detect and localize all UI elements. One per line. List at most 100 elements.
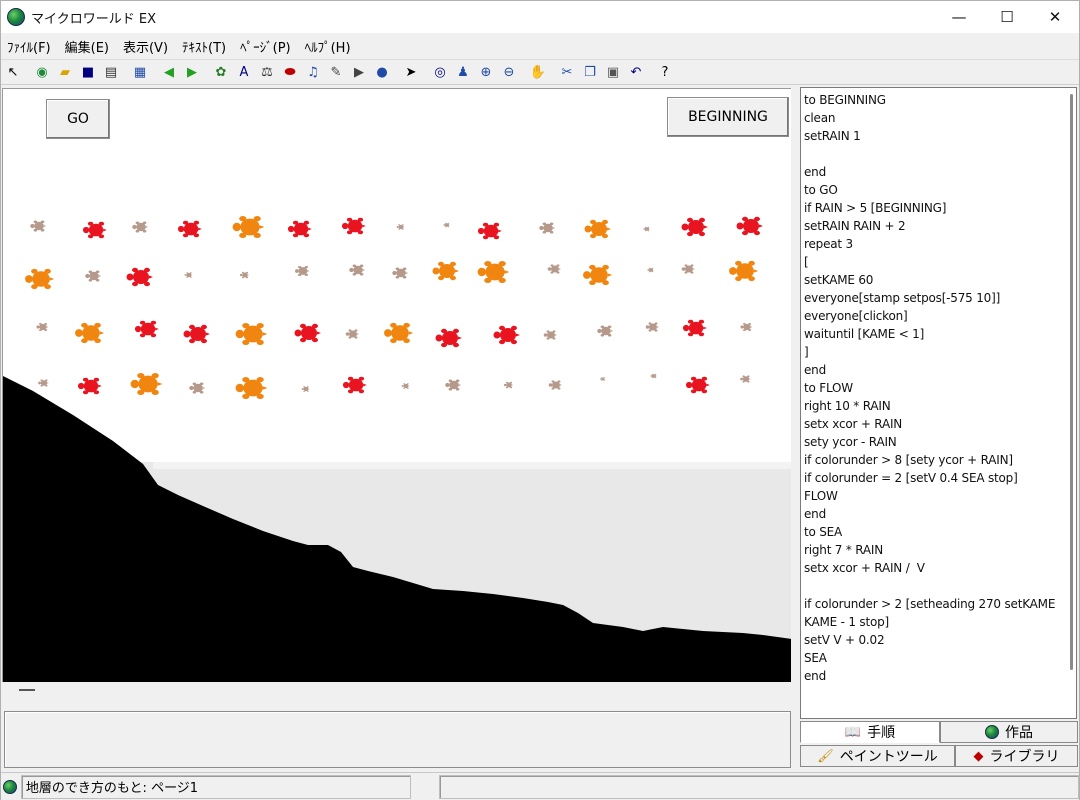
paint-tool-icon[interactable]: ✎ <box>325 61 347 83</box>
procedure-line: to GO <box>804 183 838 197</box>
minimize-button[interactable]: — <box>935 1 983 33</box>
turtle-stamp <box>130 372 163 396</box>
turtle-stamp <box>132 221 149 233</box>
menu-view[interactable]: 表示(V) <box>117 37 176 56</box>
save-icon[interactable]: ■ <box>77 61 99 83</box>
turtle-stamp <box>645 322 659 332</box>
turtle-stamp <box>681 217 708 237</box>
eye-icon[interactable]: ◎ <box>429 61 451 83</box>
turtle-stamp <box>543 330 557 340</box>
turtle-stamp <box>25 268 55 290</box>
print-icon[interactable]: ▤ <box>100 61 122 83</box>
turtle-stamp <box>287 220 312 238</box>
sea-surface-band <box>153 462 791 469</box>
stage-divider-handle[interactable] <box>19 689 35 691</box>
procedure-line <box>804 145 1066 163</box>
button-icon[interactable]: ⬬ <box>279 61 301 83</box>
cut-icon[interactable]: ✂ <box>556 61 578 83</box>
turtle-stamp <box>342 376 367 394</box>
procedures-scrollbar[interactable] <box>1064 88 1076 718</box>
status-spacer <box>415 775 435 799</box>
procedure-line: if colorunder > 2 [setheading 270 setKAM… <box>804 597 1056 611</box>
procedure-line: setx xcor + RAIN <box>804 417 903 431</box>
turtle-stamp <box>384 322 414 344</box>
status-bar: 地層のでき方のもと: ページ1 <box>1 772 1079 800</box>
copy-icon[interactable]: ❐ <box>579 61 601 83</box>
pointer-mode-icon[interactable]: ↖ <box>2 61 24 83</box>
select-arrow-icon[interactable]: ➤ <box>400 61 422 83</box>
title-bar: マイクロワールド EX — ☐ ✕ <box>1 1 1079 33</box>
tabs-row-bottom: 🖌 ペイントツール ◆ ライブラリ <box>800 745 1078 767</box>
turtle-stamp <box>432 261 459 281</box>
turtle-stamp <box>682 319 707 337</box>
menu-edit[interactable]: 編集(E) <box>59 37 117 56</box>
maximize-button[interactable]: ☐ <box>983 1 1031 33</box>
paintbrush-icon: 🖌 <box>817 748 834 764</box>
procedure-line: right 10 * RAIN <box>804 399 891 413</box>
undo-icon[interactable]: ↶ <box>625 61 647 83</box>
turtle-stamp <box>685 376 710 394</box>
tab-procedures[interactable]: 📖 手順 <box>800 721 940 743</box>
turtle-stamp <box>681 264 695 274</box>
slider-icon[interactable]: ⚖ <box>256 61 278 83</box>
new-project-icon[interactable]: ◉ <box>31 61 53 83</box>
turtle-stamp <box>396 224 405 230</box>
procedure-line: if RAIN > 5 [BEGINNING] <box>804 201 947 215</box>
turtle-stamp <box>729 260 759 282</box>
status-page-info: 地層のでき方のもと: ページ1 <box>20 774 411 799</box>
scrollbar-thumb[interactable] <box>1070 94 1073 670</box>
procedure-line: end <box>804 165 827 179</box>
paste-icon[interactable]: ▣ <box>602 61 624 83</box>
stage-canvas[interactable]: GO BEGINNING <box>2 88 791 682</box>
turtle-stamp <box>301 386 310 392</box>
zoom-out-icon[interactable]: ⊖ <box>498 61 520 83</box>
stamp-icon[interactable]: ♟ <box>452 61 474 83</box>
video-icon[interactable]: ▶ <box>348 61 370 83</box>
turtle-stamp <box>38 379 49 387</box>
record-icon[interactable]: ● <box>371 61 393 83</box>
hatch-turtle-icon[interactable]: ✿ <box>210 61 232 83</box>
command-center[interactable] <box>4 711 791 768</box>
procedure-line: if colorunder = 2 [setV 0.4 SEA stop] <box>804 471 1018 485</box>
app-logo-icon <box>7 8 25 26</box>
page-back-icon[interactable]: ◀ <box>158 61 180 83</box>
music-icon[interactable]: ♫ <box>302 61 324 83</box>
procedure-line: right 7 * RAIN <box>804 543 884 557</box>
stop-hand-icon[interactable]: ✋ <box>527 61 549 83</box>
tab-project[interactable]: 作品 <box>940 721 1078 743</box>
tab-paint-tools[interactable]: 🖌 ペイントツール <box>800 745 955 767</box>
menu-help[interactable]: ﾍﾙﾌﾟ(H) <box>299 37 359 56</box>
turtle-stamp <box>643 226 650 232</box>
tab-library[interactable]: ◆ ライブラリ <box>955 745 1078 767</box>
menu-bar: ﾌｧｲﾙ(F) 編集(E) 表示(V) ﾃｷｽﾄ(T) ﾍﾟｰｼﾞ(P) ﾍﾙﾌﾟ(H) <box>1 34 1079 58</box>
book-icon: 📖 <box>844 724 862 740</box>
turtle-stamp <box>548 380 562 390</box>
page-forward-icon[interactable]: ▶ <box>181 61 203 83</box>
turtle-stamp <box>401 383 410 389</box>
close-button[interactable]: ✕ <box>1031 1 1079 33</box>
turtle-stamp <box>740 375 751 383</box>
help-icon[interactable]: ? <box>654 61 676 83</box>
procedure-line: [ <box>804 255 809 269</box>
turtle-stamp <box>349 264 366 276</box>
menu-file[interactable]: ﾌｧｲﾙ(F) <box>1 37 59 56</box>
page-list-icon[interactable]: ▦ <box>129 61 151 83</box>
menu-text[interactable]: ﾃｷｽﾄ(T) <box>176 37 234 56</box>
go-button[interactable]: GO <box>46 99 110 139</box>
zoom-in-icon[interactable]: ⊕ <box>475 61 497 83</box>
procedures-panel[interactable]: to BEGINNING clean setRAIN 1 end to GO if RAI… <box>800 87 1077 719</box>
text-box-icon[interactable]: A <box>233 61 255 83</box>
procedure-line: setKAME 60 <box>804 273 874 287</box>
turtle-stamp <box>584 219 611 239</box>
open-folder-icon[interactable]: ▰ <box>54 61 76 83</box>
beginning-button[interactable]: BEGINNING <box>667 97 789 137</box>
procedures-text[interactable]: to BEGINNING clean setRAIN 1 end to GO if RAI… <box>804 91 1066 685</box>
menu-page[interactable]: ﾍﾟｰｼﾞ(P) <box>234 37 298 56</box>
turtle-stamp <box>392 267 409 279</box>
turtle-stamp <box>184 272 193 278</box>
turtle-stamp <box>77 377 102 395</box>
turtle-stamp <box>435 328 462 348</box>
turtle-stamp <box>75 322 105 344</box>
procedure-line: setx xcor + RAIN / V <box>804 561 925 575</box>
turtle-stamp <box>30 220 47 232</box>
